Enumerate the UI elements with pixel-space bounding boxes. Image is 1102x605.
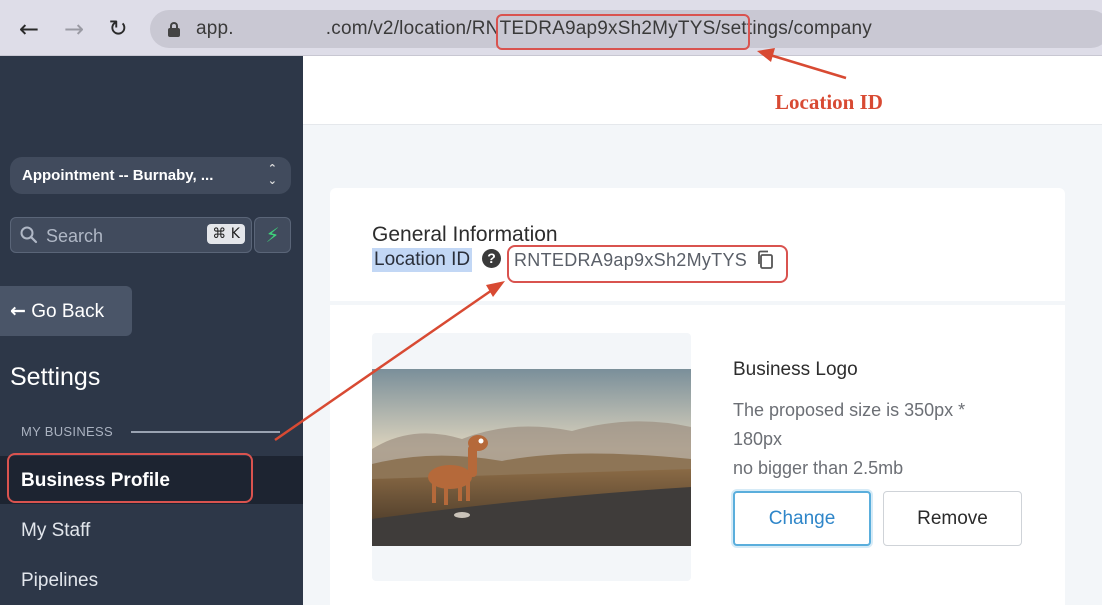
location-switcher[interactable]: Appointment -- Burnaby, ... ⌃ ⌄ [10, 157, 291, 194]
search-icon [20, 226, 38, 244]
general-info-title: General Information [372, 223, 558, 246]
go-back-label: Go Back [31, 301, 105, 322]
search-placeholder: Search [46, 226, 104, 246]
logo-desc-line: 180px [733, 429, 783, 449]
search-shortcut: ⌘ K [207, 224, 245, 244]
business-profile-highlight-box [7, 453, 253, 503]
search-input[interactable]: Search ⌘ K [10, 217, 252, 253]
back-arrow-icon[interactable]: ← [12, 12, 46, 46]
lightning-bolt-icon[interactable]: ⚡ [254, 217, 291, 253]
location-switcher-label: Appointment -- Burnaby, ... [22, 167, 214, 184]
business-logo-image [372, 369, 691, 546]
top-header [303, 56, 1102, 125]
arrow-left-icon: ← [10, 300, 26, 322]
location-id-callout: Location ID [775, 90, 883, 114]
url-prefix: app. [196, 18, 234, 39]
sidebar: Appointment -- Burnaby, ... ⌃ ⌄ Search ⌘ … [0, 56, 303, 605]
sidebar-item-pipelines[interactable]: Pipelines [0, 556, 303, 604]
location-id-label: Location ID [372, 248, 473, 272]
forward-arrow-icon[interactable]: → [57, 12, 91, 46]
logo-desc-line: The proposed size is 350px * [733, 400, 966, 420]
go-back-button[interactable]: ← Go Back [0, 286, 132, 336]
sidebar-item-label: My Staff [21, 520, 91, 541]
change-logo-button[interactable]: Change [733, 491, 871, 546]
remove-logo-button[interactable]: Remove [883, 491, 1022, 546]
lock-icon [168, 22, 180, 37]
question-mark-icon[interactable]: ? [482, 249, 501, 268]
business-logo-title: Business Logo [733, 359, 858, 380]
reload-icon[interactable]: ↻ [101, 12, 135, 46]
chevron-up-down-icon: ⌃ ⌄ [267, 162, 277, 187]
location-id-highlight-box [507, 245, 788, 283]
sidebar-item-label: Pipelines [21, 570, 99, 591]
sidebar-item-my-staff[interactable]: My Staff [0, 506, 303, 554]
section-label-my-business: MY BUSINESS [21, 424, 113, 439]
settings-heading: Settings [10, 363, 101, 391]
section-divider [131, 431, 280, 433]
url-mid: .com/v2/location/ [325, 18, 472, 39]
logo-size-hint: The proposed size is 350px * 180px no bi… [733, 396, 1023, 483]
url-location-id-highlight-box [496, 14, 750, 50]
logo-desc-line: no bigger than 2.5mb [733, 458, 904, 478]
